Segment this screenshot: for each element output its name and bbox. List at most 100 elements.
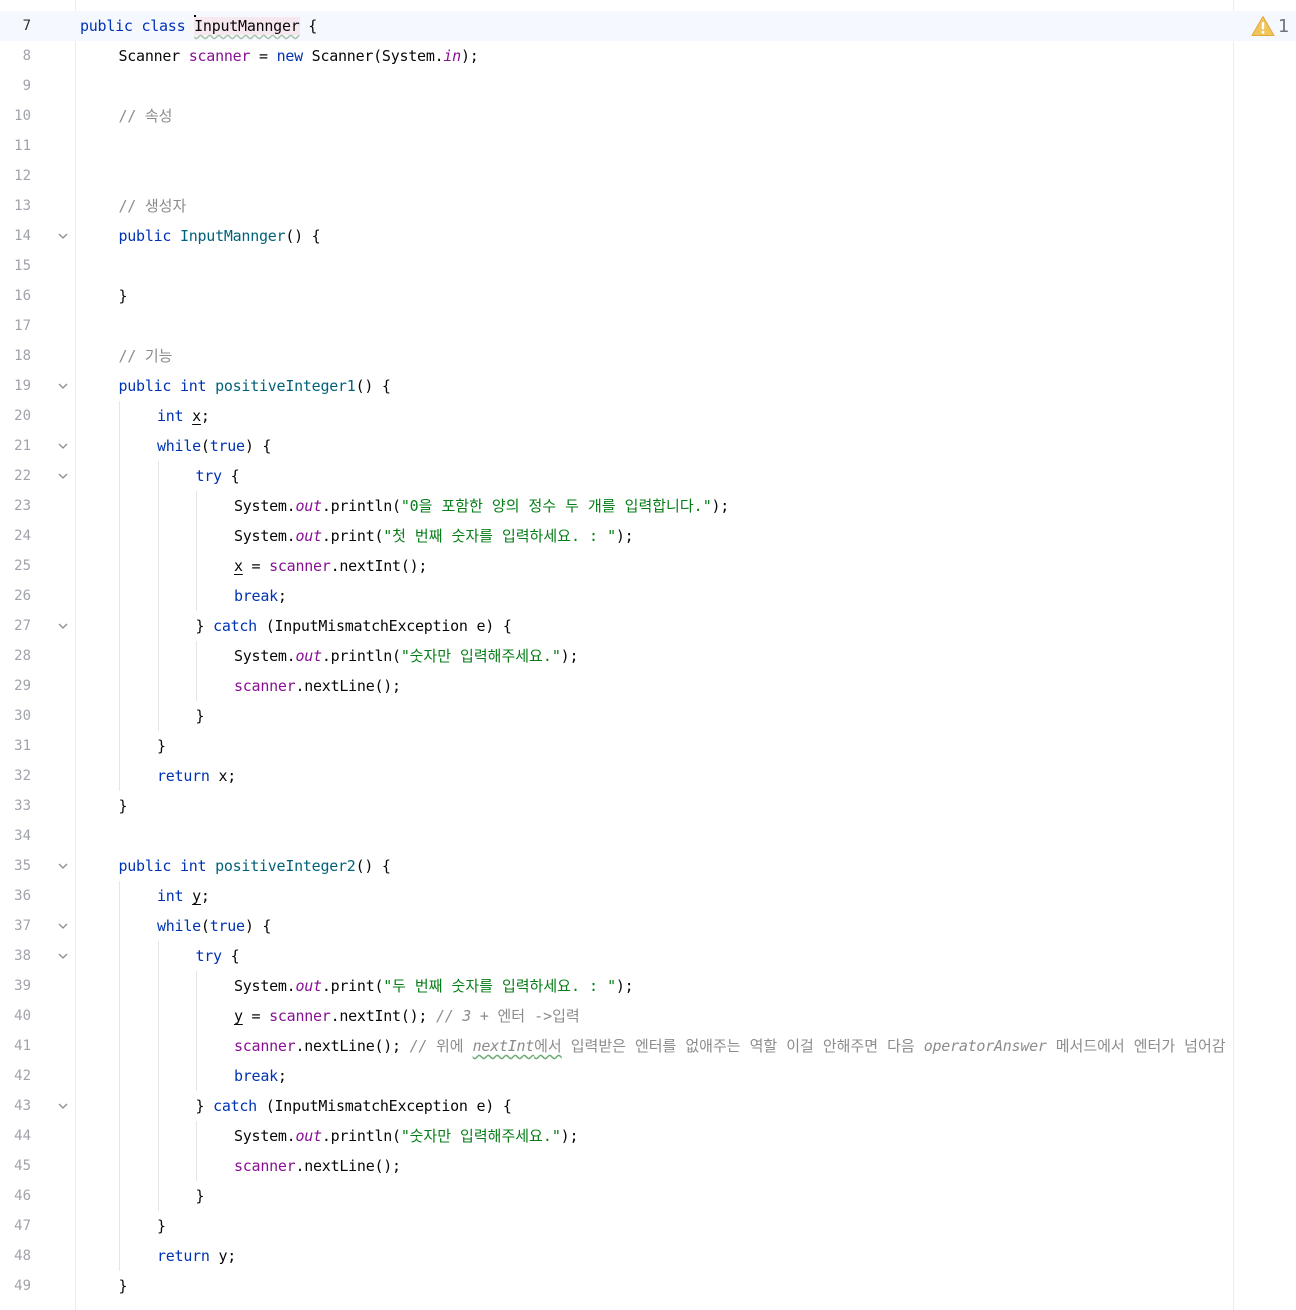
- fold-chevron-icon[interactable]: [56, 949, 70, 963]
- line-number[interactable]: 13: [0, 191, 31, 221]
- code-line-content[interactable]: }: [80, 791, 1296, 821]
- line-number[interactable]: 14: [0, 221, 31, 251]
- code-line[interactable]: 44 System.out.println("숫자만 입력해주세요.");: [0, 1121, 1296, 1151]
- code-line[interactable]: 22 try {: [0, 461, 1296, 491]
- code-line[interactable]: 26 break;: [0, 581, 1296, 611]
- code-line-content[interactable]: x = scanner.nextInt();: [80, 551, 1296, 581]
- line-number[interactable]: 10: [0, 101, 31, 131]
- code-line-content[interactable]: System.out.print("두 번째 숫자를 입력하세요. : ");: [80, 971, 1296, 1001]
- code-line[interactable]: 27 } catch (InputMismatchException e) {: [0, 611, 1296, 641]
- fold-chevron-icon[interactable]: [56, 439, 70, 453]
- code-line[interactable]: 15: [0, 251, 1296, 281]
- code-line[interactable]: 37 while(true) {: [0, 911, 1296, 941]
- line-number[interactable]: 38: [0, 941, 31, 971]
- fold-chevron-icon[interactable]: [56, 919, 70, 933]
- code-line[interactable]: 46}: [0, 1181, 1296, 1211]
- code-line-content[interactable]: }: [80, 1211, 1296, 1241]
- code-line[interactable]: 47}: [0, 1211, 1296, 1241]
- code-line-content[interactable]: }: [80, 1181, 1296, 1211]
- code-line-content[interactable]: [80, 821, 1296, 851]
- code-line[interactable]: 18 // 기능: [0, 341, 1296, 371]
- code-line-content[interactable]: y = scanner.nextInt(); // 3 + 엔터 ->입력: [80, 1001, 1296, 1031]
- code-line[interactable]: 32 return x;: [0, 761, 1296, 791]
- line-number[interactable]: 17: [0, 311, 31, 341]
- code-editor[interactable]: 7 public class InputMannger {8 Scanner sca…: [0, 0, 1296, 1310]
- code-line-content[interactable]: Scanner scanner = new Scanner(System.in)…: [80, 41, 1296, 71]
- code-line-content[interactable]: // 속성: [80, 101, 1296, 131]
- code-line-content[interactable]: public int positiveInteger1() {: [80, 371, 1296, 401]
- line-number[interactable]: 49: [0, 1271, 31, 1301]
- line-number[interactable]: 24: [0, 521, 31, 551]
- fold-chevron-icon[interactable]: [56, 619, 70, 633]
- line-number[interactable]: 42: [0, 1061, 31, 1091]
- code-line[interactable]: 24 System.out.print("첫 번째 숫자를 입력하세요. : ")…: [0, 521, 1296, 551]
- code-line-content[interactable]: // 생성자: [80, 191, 1296, 221]
- code-lines[interactable]: 7 public class InputMannger {8 Scanner sca…: [0, 11, 1296, 1301]
- line-number[interactable]: 33: [0, 791, 31, 821]
- code-line-content[interactable]: System.out.println("숫자만 입력해주세요.");: [80, 1121, 1296, 1151]
- line-number[interactable]: 28: [0, 641, 31, 671]
- line-number[interactable]: 32: [0, 761, 31, 791]
- code-line-content[interactable]: }: [80, 281, 1296, 311]
- code-line-content[interactable]: public InputMannger() {: [80, 221, 1296, 251]
- code-line-content[interactable]: scanner.nextLine();: [80, 1151, 1296, 1181]
- code-line-content[interactable]: [80, 131, 1296, 161]
- code-line-content[interactable]: return y;: [80, 1241, 1296, 1271]
- line-number[interactable]: 18: [0, 341, 31, 371]
- code-line[interactable]: 42 break;: [0, 1061, 1296, 1091]
- line-number[interactable]: 27: [0, 611, 31, 641]
- line-number[interactable]: 40: [0, 1001, 31, 1031]
- line-number[interactable]: 15: [0, 251, 31, 281]
- line-number[interactable]: 45: [0, 1151, 31, 1181]
- code-line[interactable]: 7 public class InputMannger {: [0, 11, 1296, 41]
- code-line-content[interactable]: System.out.print("첫 번째 숫자를 입력하세요. : ");: [80, 521, 1296, 551]
- code-line-content[interactable]: int y;: [80, 881, 1296, 911]
- code-line[interactable]: 39 System.out.print("두 번째 숫자를 입력하세요. : ")…: [0, 971, 1296, 1001]
- code-line-content[interactable]: System.out.println("0을 포함한 양의 정수 두 개를 입력…: [80, 491, 1296, 521]
- inspection-widget[interactable]: 1: [1251, 13, 1289, 39]
- code-line-content[interactable]: public class InputMannger {: [80, 11, 1233, 41]
- line-number[interactable]: 36: [0, 881, 31, 911]
- code-line[interactable]: 29 scanner.nextLine();: [0, 671, 1296, 701]
- code-line[interactable]: 36 int y;: [0, 881, 1296, 911]
- line-number[interactable]: 11: [0, 131, 31, 161]
- code-line[interactable]: 16}: [0, 281, 1296, 311]
- code-line-content[interactable]: } catch (InputMismatchException e) {: [80, 611, 1296, 641]
- code-line[interactable]: 19 public int positiveInteger1() {: [0, 371, 1296, 401]
- code-line[interactable]: 33}: [0, 791, 1296, 821]
- line-number[interactable]: 43: [0, 1091, 31, 1121]
- code-line[interactable]: 43} catch (InputMismatchException e) {: [0, 1091, 1296, 1121]
- code-line[interactable]: 28 System.out.println("숫자만 입력해주세요.");: [0, 641, 1296, 671]
- line-number[interactable]: 35: [0, 851, 31, 881]
- code-line-content[interactable]: return x;: [80, 761, 1296, 791]
- code-line-content[interactable]: scanner.nextLine(); // 위에 nextInt에서 입력받은…: [80, 1031, 1296, 1061]
- line-number[interactable]: 34: [0, 821, 31, 851]
- code-line[interactable]: 45 scanner.nextLine();: [0, 1151, 1296, 1181]
- code-line-content[interactable]: try {: [80, 941, 1296, 971]
- code-line-content[interactable]: [80, 71, 1296, 101]
- line-number[interactable]: 26: [0, 581, 31, 611]
- code-line-content[interactable]: public int positiveInteger2() {: [80, 851, 1296, 881]
- line-number[interactable]: 12: [0, 161, 31, 191]
- fold-chevron-icon[interactable]: [56, 229, 70, 243]
- code-line[interactable]: 48 return y;: [0, 1241, 1296, 1271]
- code-line[interactable]: 41 scanner.nextLine(); // 위에 nextInt에서 입력…: [0, 1031, 1296, 1061]
- code-line-content[interactable]: [80, 251, 1296, 281]
- code-line[interactable]: 12: [0, 161, 1296, 191]
- code-line[interactable]: 31}: [0, 731, 1296, 761]
- fold-chevron-icon[interactable]: [56, 469, 70, 483]
- line-number[interactable]: 19: [0, 371, 31, 401]
- code-line-content[interactable]: while(true) {: [80, 431, 1296, 461]
- line-number[interactable]: 16: [0, 281, 31, 311]
- code-line-content[interactable]: [80, 161, 1296, 191]
- code-line-content[interactable]: }: [80, 1271, 1296, 1301]
- code-line[interactable]: 9: [0, 71, 1296, 101]
- code-line[interactable]: 8 Scanner scanner = new Scanner(System.in…: [0, 41, 1296, 71]
- code-line[interactable]: 17: [0, 311, 1296, 341]
- line-number[interactable]: 48: [0, 1241, 31, 1271]
- code-line[interactable]: 23 System.out.println("0을 포함한 양의 정수 두 개를 …: [0, 491, 1296, 521]
- code-line-content[interactable]: while(true) {: [80, 911, 1296, 941]
- line-number[interactable]: 25: [0, 551, 31, 581]
- line-number[interactable]: 7: [0, 11, 31, 41]
- code-line-content[interactable]: }: [80, 731, 1296, 761]
